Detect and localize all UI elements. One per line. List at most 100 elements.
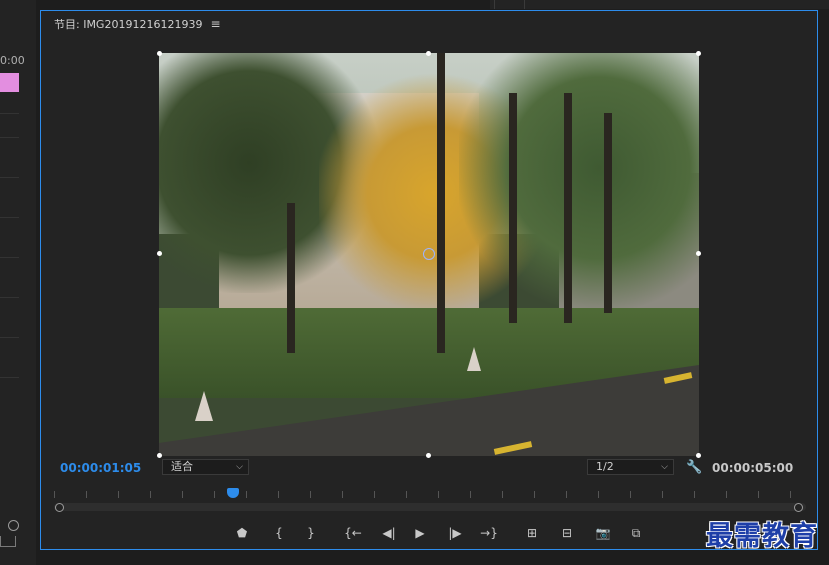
scrollbar-end-handle[interactable]	[794, 503, 803, 512]
program-video-frame[interactable]	[159, 53, 699, 456]
ruler-tick	[246, 491, 247, 498]
ruler-tick	[214, 491, 215, 498]
ruler-tick	[374, 491, 375, 498]
extract-icon: ⊟	[561, 526, 573, 540]
ruler-tick	[694, 491, 695, 498]
ruler-tick	[662, 491, 663, 498]
marker-icon: ⬟	[236, 526, 248, 540]
left-scroll-knob-icon[interactable]	[8, 520, 19, 531]
scene-traffic-cone	[195, 391, 213, 421]
chevron-down-icon: ⌵	[236, 462, 243, 472]
playback-resolution-select[interactable]: 1/2 ⌵	[587, 459, 674, 475]
lift-icon: ⊞	[526, 526, 538, 540]
divider	[0, 297, 19, 298]
play-icon: ▶	[415, 526, 425, 540]
ruler-tick	[86, 491, 87, 498]
divider	[0, 257, 19, 258]
divider	[494, 0, 495, 9]
transform-handle[interactable]	[696, 453, 701, 458]
ruler-tick	[118, 491, 119, 498]
clip-color-swatch[interactable]	[0, 73, 19, 92]
ruler-tick	[790, 491, 791, 498]
scrollbar-start-handle[interactable]	[55, 503, 64, 512]
ruler-tick	[470, 491, 471, 498]
ruler-tick	[566, 491, 567, 498]
scene-trunk	[564, 93, 572, 323]
anchor-point-icon[interactable]	[423, 248, 435, 260]
comparison-view-button[interactable]: ⧉	[625, 523, 647, 543]
panel-tab[interactable]: 节目: IMG20191216121939 ≡	[54, 16, 221, 32]
divider	[0, 217, 19, 218]
comparison-icon: ⧉	[631, 525, 641, 540]
ruler-tick	[598, 491, 599, 498]
export-icon[interactable]	[0, 536, 16, 547]
duration-timecode: 00:00:05:00	[712, 461, 794, 475]
camera-icon: 📷	[595, 526, 611, 540]
ruler-tick	[54, 491, 55, 498]
step-forward-button[interactable]: |▶	[444, 523, 466, 543]
export-frame-button[interactable]: 📷	[592, 523, 614, 543]
zoom-level-value: 适合	[171, 460, 193, 473]
ruler-tick	[278, 491, 279, 498]
watermark-logo: 最需教育	[706, 521, 818, 552]
mark-out-button[interactable]: }	[300, 523, 322, 543]
mark-out-icon: }	[307, 526, 315, 540]
playback-resolution-value: 1/2	[596, 460, 614, 473]
ruler-tick	[438, 491, 439, 498]
ruler-tick	[406, 491, 407, 498]
add-marker-button[interactable]: ⬟	[231, 523, 253, 543]
go-to-out-icon: →}	[480, 526, 498, 540]
panel-menu-icon[interactable]: ≡	[210, 17, 220, 31]
go-to-out-button[interactable]: →}	[478, 523, 500, 543]
scene-trunk	[509, 93, 517, 323]
top-strip	[490, 0, 829, 9]
ruler-tick	[534, 491, 535, 498]
wrench-icon[interactable]: 🔧	[686, 460, 702, 475]
divider	[0, 337, 19, 338]
scene-tree-canopy	[459, 53, 699, 313]
divider	[0, 137, 19, 138]
ruler-tick	[502, 491, 503, 498]
time-ruler[interactable]	[54, 489, 802, 499]
step-forward-icon: |▶	[448, 526, 462, 540]
ruler-tick	[630, 491, 631, 498]
ruler-tick	[726, 491, 727, 498]
transform-handle[interactable]	[426, 453, 431, 458]
go-to-in-icon: {←	[344, 526, 362, 540]
left-panel: 0:00	[0, 0, 36, 565]
chevron-down-icon: ⌵	[661, 462, 668, 472]
divider	[524, 0, 525, 9]
ruler-tick	[758, 491, 759, 498]
scene-trunk	[437, 53, 445, 353]
mark-in-icon: {	[275, 526, 283, 540]
transform-handle[interactable]	[696, 51, 701, 56]
transform-handle[interactable]	[157, 453, 162, 458]
ruler-tick	[150, 491, 151, 498]
zoom-scrollbar[interactable]	[54, 503, 806, 511]
ruler-tick	[310, 491, 311, 498]
transform-handle[interactable]	[157, 51, 162, 56]
play-button[interactable]: ▶	[409, 523, 431, 543]
program-monitor-panel: 节目: IMG20191216121939 ≡ 00:00:01:05 适合 ⌵ …	[40, 10, 818, 550]
mark-in-button[interactable]: {	[268, 523, 290, 543]
step-back-icon: ◀|	[382, 526, 396, 540]
transform-handle[interactable]	[157, 251, 162, 256]
scene-traffic-cone	[467, 347, 481, 371]
current-timecode[interactable]: 00:00:01:05	[60, 461, 141, 475]
transform-handle[interactable]	[696, 251, 701, 256]
go-to-in-button[interactable]: {←	[342, 523, 364, 543]
left-panel-timecode: 0:00	[0, 54, 25, 67]
divider	[0, 177, 19, 178]
step-back-button[interactable]: ◀|	[378, 523, 400, 543]
panel-title: 节目: IMG20191216121939	[54, 18, 203, 31]
extract-button[interactable]: ⊟	[556, 523, 578, 543]
lift-button[interactable]: ⊞	[521, 523, 543, 543]
divider	[0, 113, 19, 114]
scene-trunk	[287, 203, 295, 353]
zoom-level-select[interactable]: 适合 ⌵	[162, 459, 249, 475]
scene-trunk	[604, 113, 612, 313]
divider	[0, 377, 19, 378]
transform-handle[interactable]	[426, 51, 431, 56]
ruler-tick	[182, 491, 183, 498]
ruler-tick	[342, 491, 343, 498]
